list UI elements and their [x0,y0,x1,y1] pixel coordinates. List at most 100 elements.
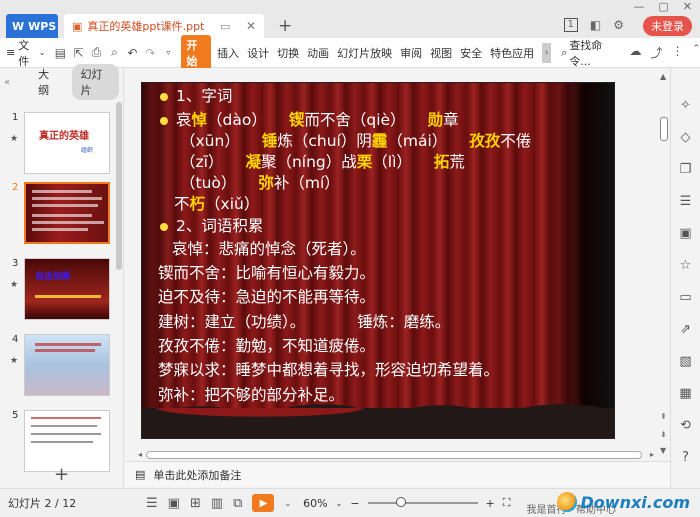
skin-icon[interactable]: ◧ [590,18,601,32]
collapse-panel-icon[interactable]: « [4,77,10,88]
favorite-icon[interactable]: ☆ [680,258,692,273]
wps-home-tab[interactable]: W WPS [6,14,58,38]
slide-line-11: 建树：建立（功绩）。 锤炼：磨练。 [158,314,450,331]
settings-icon[interactable]: ⚙ [613,18,624,32]
slide-line-13: 梦寐以求：睡梦中都想着寻找，形容迫切希望着。 [158,361,500,379]
slide-text: 2、词语积累 [176,217,264,235]
slide-text: （xūn） [180,132,240,150]
canvas-horizontal-scrollbar[interactable]: ◂ ▸ [138,450,654,460]
slide-thumb-2[interactable]: 2 [0,182,114,250]
horizontal-scroll-thumb[interactable] [146,451,642,459]
thumb-text-line [32,214,92,217]
magic-wand-icon[interactable]: ✧ [680,98,691,113]
chevron-down-icon[interactable]: ⌄ [284,499,291,508]
scroll-up-icon[interactable]: ▲ [660,72,666,81]
gallery-icon[interactable]: ▦ [679,386,691,401]
zoom-slider[interactable] [367,497,478,507]
dropdown-icon[interactable]: ▿ [159,48,177,57]
notes-view-icon[interactable]: ⧉ [233,496,242,511]
slide-text: 章 [443,111,459,129]
command-search[interactable]: ⌕ 查找命令... [561,37,617,69]
more-icon[interactable]: ⋮ [672,44,684,61]
globe-icon [556,492,577,512]
zoom-in-icon[interactable]: + [486,497,495,510]
reading-view-icon[interactable]: ▥ [211,496,223,511]
login-button[interactable]: 未登录 [643,16,692,36]
minimize-icon[interactable]: — [633,0,644,13]
notes-bar[interactable]: ▤ 单击此处添加备注 [125,461,670,487]
image-search-icon[interactable]: ▣ [679,226,691,241]
more-tabs-icon[interactable]: › [542,42,552,63]
export-icon[interactable]: ⇱ [69,46,87,60]
slide-line-8: 哀悼：悲痛的悼念（死者）。 [172,240,366,258]
print-icon[interactable]: ⎙ [87,45,105,60]
picture-icon[interactable]: ▧ [679,354,691,369]
zoom-slider-knob[interactable] [395,497,406,507]
panel-scrollbar[interactable] [116,102,122,270]
redo-icon[interactable]: ↷ [141,46,159,60]
tab-outline[interactable]: 大纲 [30,64,66,100]
slide-thumb-3[interactable]: 3 ★ 自由创新 [0,258,114,326]
zoom-level[interactable]: 60% [303,497,327,510]
window-close-icon[interactable]: ✕ [683,0,692,13]
monitor-icon[interactable]: ▭ [220,20,230,33]
maximize-icon[interactable]: ▢ [658,0,668,13]
tab-insert[interactable]: 插入 [213,45,243,61]
close-tab-icon[interactable]: ✕ [246,19,256,33]
command-search-label: 查找命令... [569,38,603,68]
fit-window-icon[interactable]: ⛶ [503,496,511,510]
tab-review[interactable]: 审阅 [396,45,426,61]
copy-icon[interactable]: ❐ [680,162,692,177]
current-slide[interactable]: 1、字词 哀悼（dào） 锲而不舍（qiè） 勋章 （xūn） 锤炼（chuí）阴霾（… [141,82,615,439]
shape-icon[interactable]: ◇ [681,130,691,145]
export-share-icon[interactable]: ⇗ [680,322,691,337]
watermark-text: Downxi.com [580,492,690,512]
slide-thumb-4[interactable]: 4 ★ [0,334,114,402]
tab-design[interactable]: 设计 [243,45,273,61]
canvas-vertical-scrollbar[interactable]: ▲ ⇞ ⇟ ▼ [658,68,670,460]
share-icon[interactable]: ⤴ [650,44,662,61]
tab-features[interactable]: 特色应用 [486,45,538,61]
slide-text: （tuò） [180,174,237,192]
slide-sorter-icon[interactable]: ⊞ [190,496,201,511]
tab-animation[interactable]: 动画 [303,45,333,61]
box-icon[interactable]: ▭ [679,290,691,305]
history-icon[interactable]: ⟲ [680,418,691,433]
slide-text: 哀 [176,111,192,129]
thumb-text-line [31,425,97,427]
layout-menu-icon[interactable]: ☰ [146,496,158,511]
save-icon[interactable]: ▤ [51,46,69,60]
add-slide-button[interactable]: + [54,464,69,485]
window-count-badge[interactable]: 1 [563,18,578,32]
properties-icon[interactable]: ☰ [680,194,692,209]
slide-thumb-1[interactable]: 1 ★ 真正的英雄 组织 [0,112,114,180]
tab-view[interactable]: 视图 [426,45,456,61]
scroll-right-icon[interactable]: ▸ [650,450,654,459]
collapse-ribbon-icon[interactable]: ⌃ [693,44,700,61]
scroll-down-icon[interactable]: ▼ [660,446,666,455]
zoom-out-icon[interactable]: − [350,497,359,510]
print-preview-icon[interactable]: ⌕ [105,45,123,60]
normal-view-icon[interactable]: ▣ [168,496,180,511]
scroll-up-page-icon[interactable]: ⇞ [660,412,667,421]
play-slideshow-button[interactable]: ▶ [252,494,275,512]
undo-icon[interactable]: ↶ [123,46,141,60]
scroll-thumb[interactable] [660,117,668,141]
slide-line-1: 1、字词 [160,88,232,105]
tab-transition[interactable]: 切换 [273,45,303,61]
bullet-icon [160,92,168,101]
help-icon[interactable]: ? [682,450,689,465]
cloud-icon[interactable]: ☁ [629,44,641,61]
tab-security[interactable]: 安全 [456,45,486,61]
tab-start[interactable]: 开始 [181,34,212,71]
highlight-char: 悼 [191,111,208,129]
tab-slides[interactable]: 幻灯片 [72,64,119,100]
highlight-char: 朽 [189,195,206,213]
new-tab-button[interactable]: + [278,16,292,36]
scroll-left-icon[interactable]: ◂ [138,450,142,459]
document-tab[interactable]: ▣ 真正的英雄ppt课件.ppt ▭ ✕ [64,14,264,38]
tab-slideshow[interactable]: 幻灯片放映 [333,45,396,61]
scroll-down-page-icon[interactable]: ⇟ [660,430,667,439]
chevron-down-icon[interactable]: ⌄ [336,499,343,508]
slide-preview [24,410,110,472]
